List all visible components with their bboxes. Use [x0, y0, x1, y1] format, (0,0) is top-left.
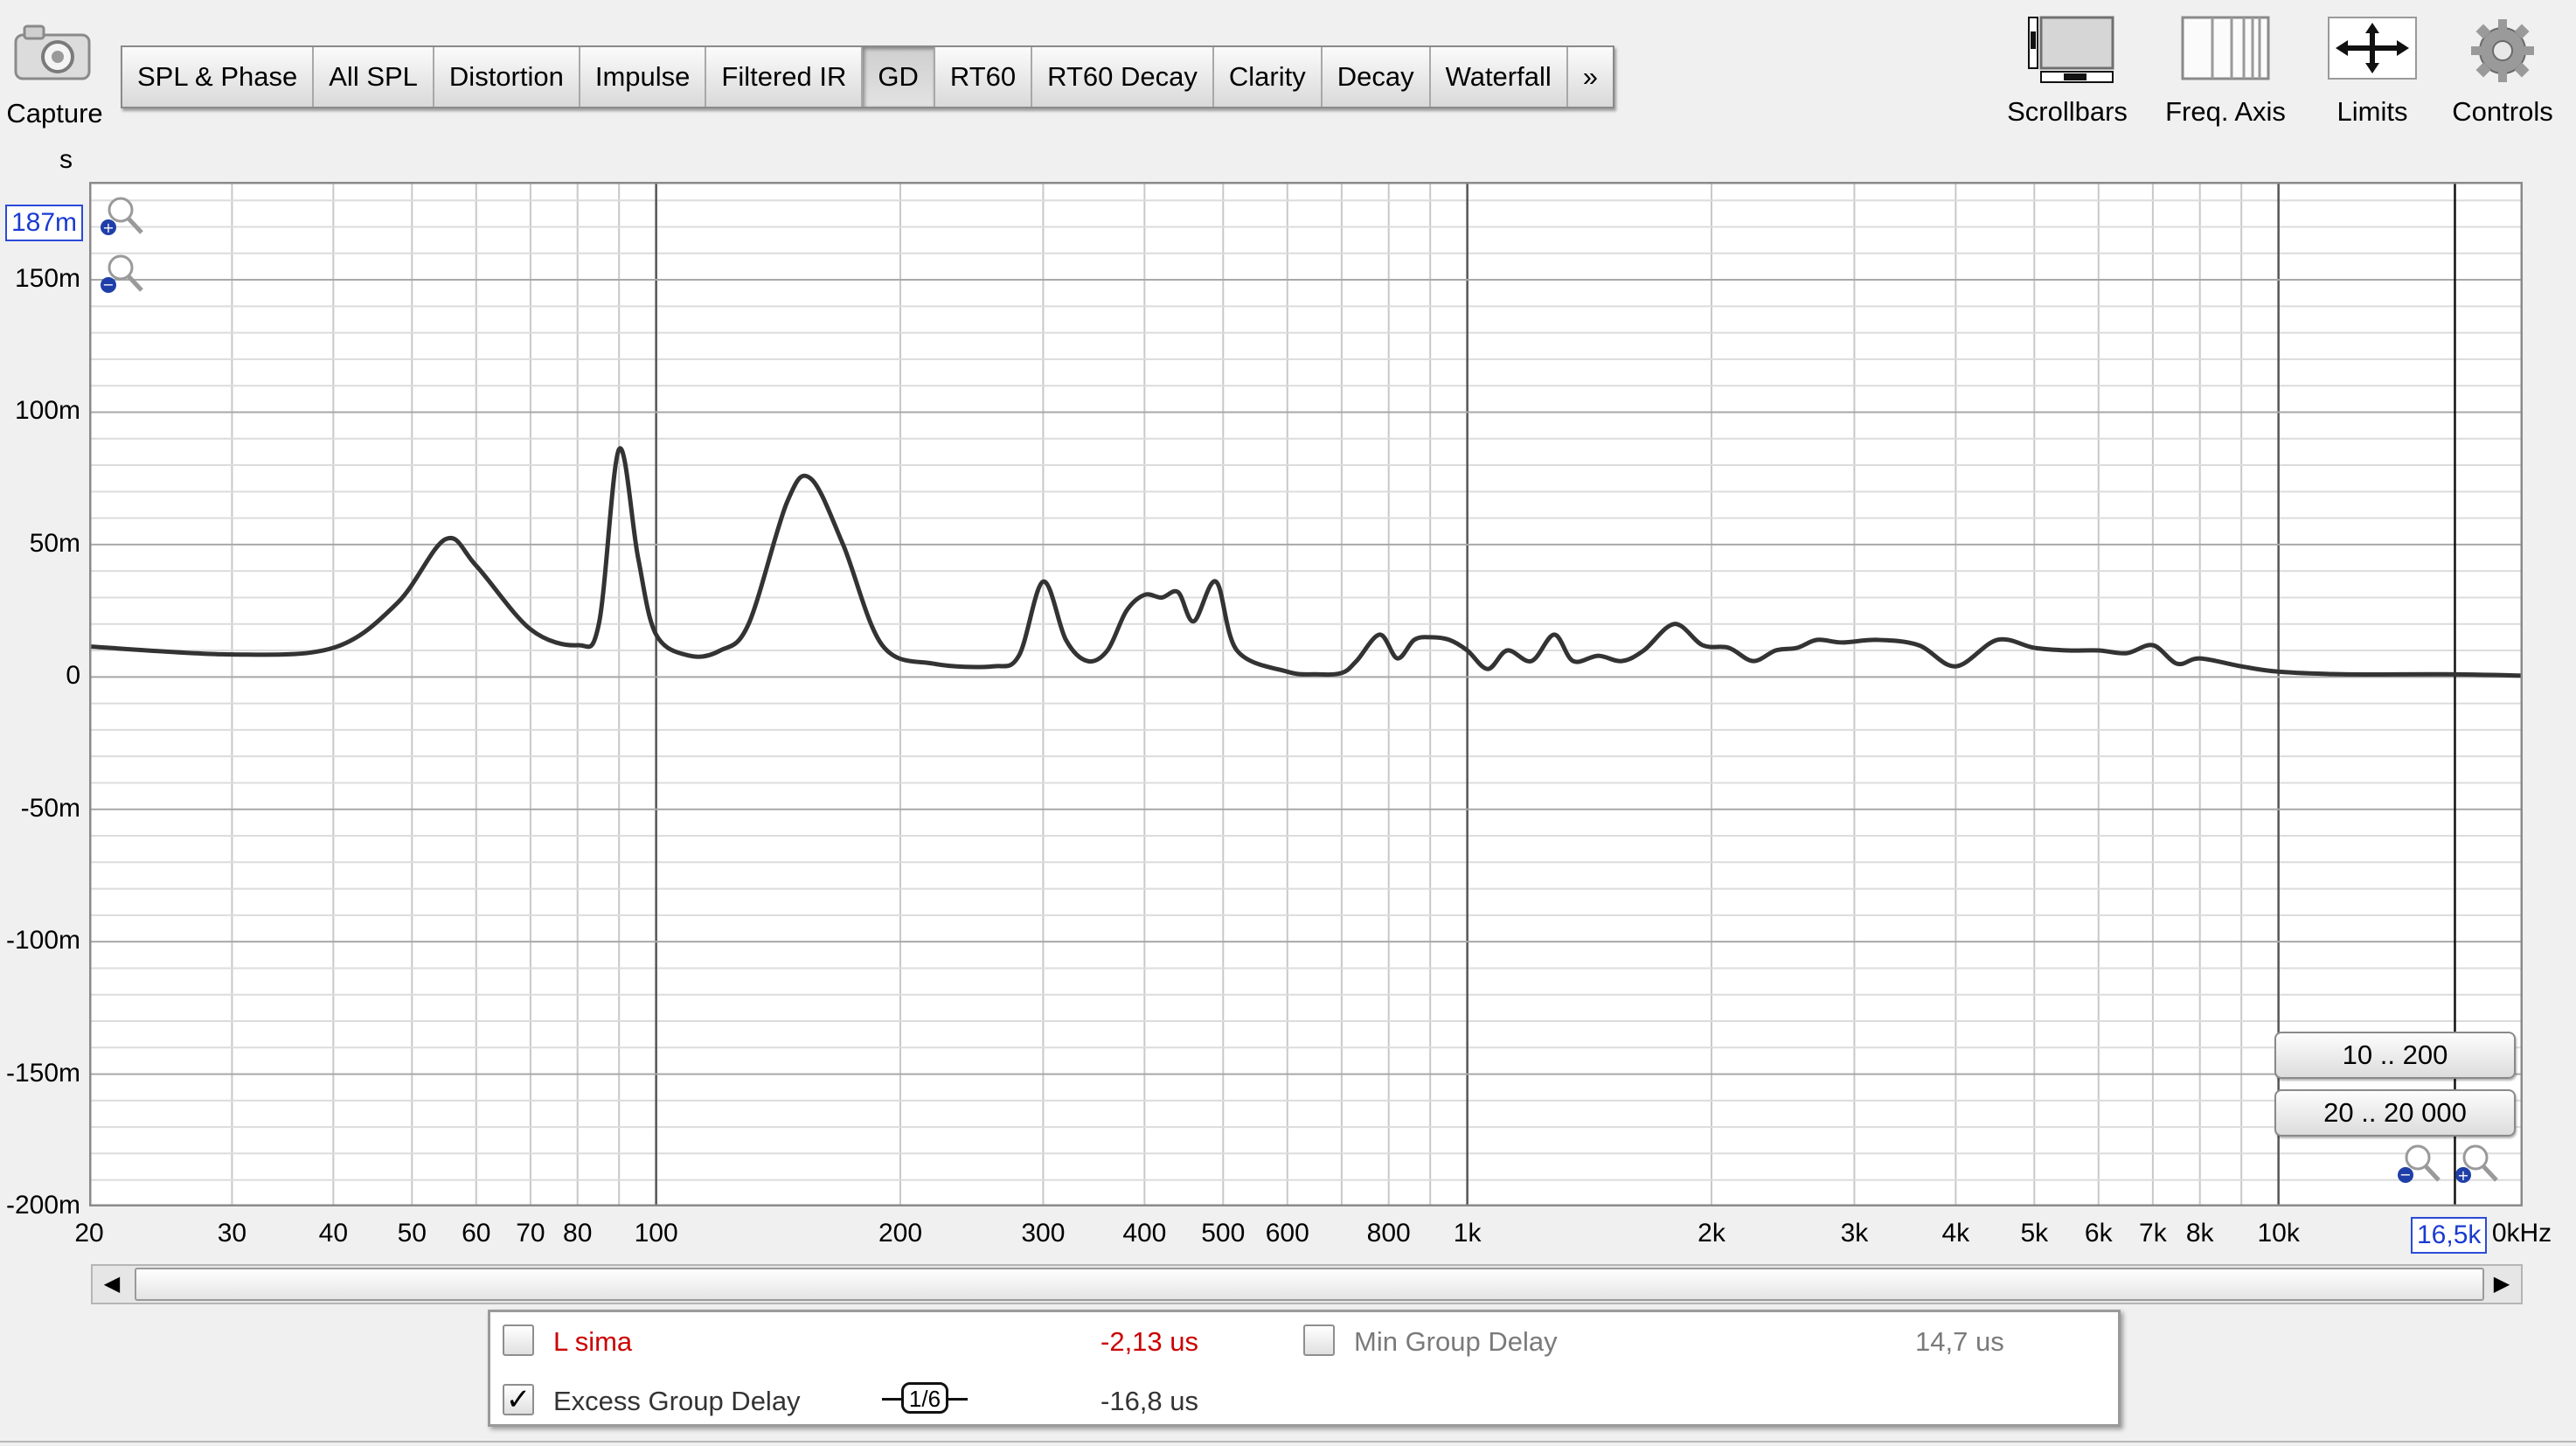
freq-axis-label: Freq. Axis [2165, 96, 2286, 127]
capture-button[interactable]: Capture [0, 9, 109, 131]
x-tick-label: 40 [318, 1219, 349, 1248]
tab-decay[interactable]: Decay [1323, 47, 1431, 107]
tabs-overflow-button[interactable]: » [1568, 47, 1613, 107]
l-sima-label: L sima [553, 1326, 633, 1357]
x-tick-label: 50 [397, 1219, 427, 1248]
y-tick-label: 150m [14, 264, 80, 294]
x-tick-label: 10k [2257, 1219, 2300, 1248]
zoom-out-y-icon[interactable]: − [100, 252, 145, 300]
min-group-delay-label: Min Group Delay [1354, 1326, 1558, 1357]
x-tick-label: 3k [1840, 1219, 1869, 1248]
scroll-right-arrow-icon[interactable]: ▶ [2482, 1266, 2521, 1303]
zoom-in-y-icon[interactable]: + [100, 194, 145, 242]
x-tick-label: 1k [1453, 1219, 1482, 1248]
camera-icon [12, 21, 93, 82]
svg-text:+: + [2457, 1167, 2468, 1184]
x-tick-label: 80 [563, 1219, 593, 1248]
tab-all-spl[interactable]: All SPL [314, 47, 434, 107]
scrollbars-button[interactable]: Scrollbars [1995, 12, 2140, 127]
controls-button[interactable]: Controls [2439, 12, 2566, 127]
freq-axis-button[interactable]: Freq. Axis [2154, 12, 2297, 127]
tab-clarity[interactable]: Clarity [1214, 47, 1323, 107]
x-tick-label: 400 [1122, 1219, 1167, 1248]
horizontal-scrollbar[interactable]: ◀ ▶ [91, 1264, 2523, 1304]
freq-axis-icon [2177, 12, 2274, 87]
scroll-left-arrow-icon[interactable]: ◀ [93, 1266, 131, 1303]
x-tick-label: 7k [2139, 1219, 2167, 1248]
gear-icon [2465, 12, 2540, 87]
excess-group-delay-value: -16,8 us [1101, 1386, 1199, 1416]
svg-text:+: + [102, 219, 114, 236]
x-tick-label: 30 [217, 1219, 247, 1248]
y-tick-label: -150m [5, 1058, 80, 1088]
x-tick-label: 60 [462, 1219, 491, 1248]
svg-text:−: − [102, 276, 114, 293]
range-10-200-button[interactable]: 10 .. 200 [2274, 1032, 2516, 1079]
controls-label: Controls [2452, 96, 2553, 127]
x-cursor-readout[interactable]: 16,5k [2411, 1217, 2488, 1254]
y-tick-label: 100m [14, 396, 80, 426]
y-tick-label: 50m [29, 528, 80, 558]
limits-icon [2325, 12, 2420, 87]
limits-label: Limits [2336, 96, 2408, 127]
l-sima-checkbox[interactable] [503, 1324, 534, 1356]
l-sima-value: -2,13 us [1101, 1326, 1199, 1357]
svg-text:−: − [2399, 1166, 2411, 1183]
tab-gd[interactable]: GD [863, 47, 935, 107]
x-tick-label: 5k [2020, 1219, 2049, 1248]
group-delay-plot[interactable] [89, 182, 2523, 1206]
status-divider [0, 1441, 2576, 1443]
x-tick-label: 4k [1941, 1219, 1970, 1248]
tab-spl-phase[interactable]: SPL & Phase [122, 47, 315, 107]
tab-waterfall[interactable]: Waterfall [1431, 47, 1568, 107]
tab-rt60-decay[interactable]: RT60 Decay [1032, 47, 1214, 107]
y-tick-label: 0 [66, 661, 80, 691]
min-group-delay-checkbox[interactable] [1303, 1324, 1335, 1356]
limits-button[interactable]: Limits [2320, 12, 2425, 127]
x-tick-label: 200 [878, 1219, 923, 1248]
smoothing-line-left [882, 1398, 901, 1401]
zoom-out-x-icon[interactable]: − [2397, 1142, 2442, 1190]
x-tick-label: 2k [1698, 1219, 1725, 1248]
capture-label: Capture [6, 98, 103, 129]
x-tick-label: 6k [2084, 1219, 2113, 1248]
y-tick-label: -200m [5, 1191, 80, 1220]
scrollbars-label: Scrollbars [2007, 96, 2128, 127]
scrollbar-thumb[interactable] [135, 1268, 2484, 1301]
y-tick-label: -100m [5, 926, 80, 956]
range-20-20000-button[interactable]: 20 .. 20 000 [2274, 1089, 2516, 1137]
y-axis-unit: s [59, 145, 73, 174]
y-cursor-readout[interactable]: 187m [5, 205, 84, 241]
tab-bar: SPL & Phase All SPL Distortion Impulse Filte… [121, 45, 1614, 108]
x-tick-label: 8k [2185, 1219, 2214, 1248]
tab-rt60[interactable]: RT60 [935, 47, 1033, 107]
tab-distortion[interactable]: Distortion [434, 47, 580, 107]
smoothing-line-right [948, 1398, 968, 1401]
excess-group-delay-checkbox[interactable]: ✓ [503, 1384, 534, 1415]
tab-filtered-ir[interactable]: Filtered IR [706, 47, 864, 107]
x-axis-unit: 0kHz [2491, 1219, 2552, 1248]
x-tick-label: 70 [516, 1219, 545, 1248]
checkmark-icon: ✓ [505, 1383, 531, 1416]
min-group-delay-value: 14,7 us [1915, 1326, 2004, 1357]
x-tick-label: 600 [1265, 1219, 1309, 1248]
x-tick-label: 20 [74, 1219, 104, 1248]
tab-impulse[interactable]: Impulse [580, 47, 707, 107]
smoothing-button[interactable]: 1/6 [901, 1382, 948, 1414]
zoom-in-x-icon[interactable]: + [2454, 1142, 2500, 1190]
x-tick-label: 500 [1201, 1219, 1246, 1248]
x-tick-label: 800 [1366, 1219, 1411, 1248]
scrollbars-icon [2015, 12, 2120, 87]
y-tick-label: -50m [20, 793, 80, 823]
legend-panel: L sima -2,13 us Min Group Delay 14,7 us … [488, 1310, 2121, 1427]
x-tick-label: 100 [634, 1219, 678, 1248]
excess-group-delay-label: Excess Group Delay [553, 1386, 801, 1416]
x-tick-label: 300 [1021, 1219, 1066, 1248]
